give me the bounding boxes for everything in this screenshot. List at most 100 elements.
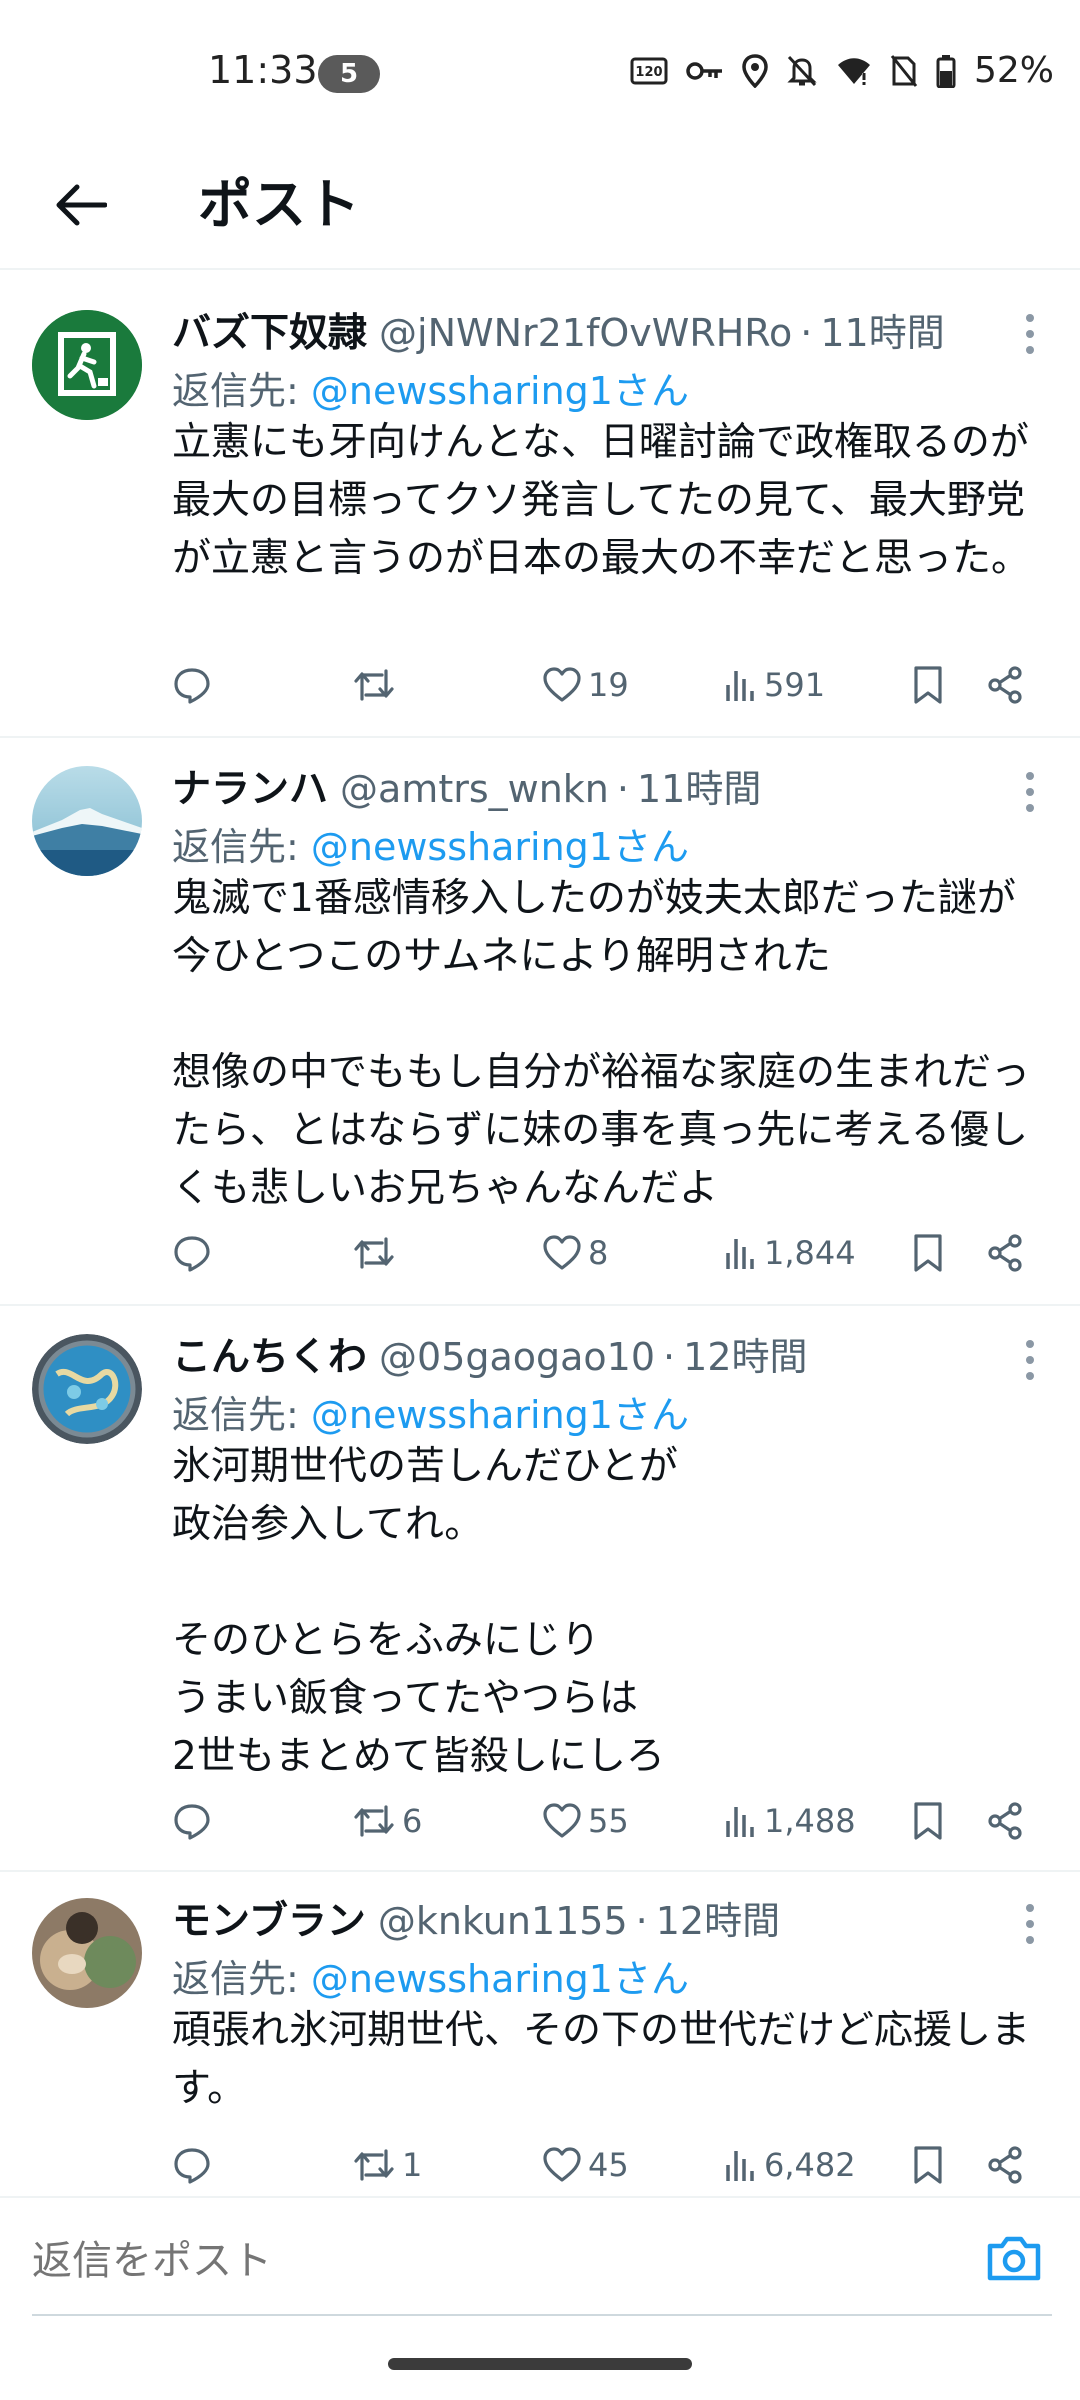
view-count: 591 bbox=[764, 666, 826, 704]
heart-icon bbox=[543, 2147, 581, 2182]
more-options-button[interactable] bbox=[1020, 1902, 1040, 1946]
like-button[interactable]: 55 bbox=[542, 1796, 629, 1846]
avatar[interactable] bbox=[32, 1334, 142, 1444]
svg-text:120: 120 bbox=[635, 65, 662, 80]
tweet-header: バズ下奴隷 @jNWNr21fOvWRHRo · 11時間 bbox=[172, 302, 945, 356]
bar-chart-icon bbox=[726, 1807, 754, 1837]
bar-chart-icon bbox=[726, 1239, 754, 1269]
reply-mention-link[interactable]: @newssharing1さん bbox=[311, 1393, 689, 1437]
avatar[interactable] bbox=[32, 310, 142, 420]
reply-context: 返信先: @newssharing1さん bbox=[172, 816, 689, 871]
reply-button[interactable] bbox=[172, 1228, 218, 1278]
repost-button[interactable]: 1 bbox=[352, 2140, 422, 2190]
more-vertical-icon bbox=[1026, 314, 1034, 354]
reply-button[interactable] bbox=[172, 660, 218, 710]
like-button[interactable]: 19 bbox=[542, 660, 629, 710]
repost-button[interactable] bbox=[352, 660, 402, 710]
mountain-avatar-icon bbox=[32, 766, 142, 876]
repost-count: 1 bbox=[402, 2146, 423, 2184]
more-options-button[interactable] bbox=[1020, 1338, 1040, 1382]
bar-chart-icon bbox=[726, 2151, 754, 2181]
bookmark-button[interactable] bbox=[912, 660, 944, 710]
user-handle[interactable]: @knkun1155 bbox=[378, 1899, 628, 1943]
like-button[interactable]: 45 bbox=[542, 2140, 629, 2190]
tweet-header: ナランハ @amtrs_wnkn · 11時間 bbox=[172, 758, 761, 812]
share-button[interactable] bbox=[986, 2140, 1024, 2190]
views-button[interactable]: 6,482 bbox=[724, 2140, 856, 2190]
tweet-actions: 1 45 6,482 bbox=[172, 2140, 1032, 2190]
bookmark-icon bbox=[914, 1234, 942, 1272]
user-handle[interactable]: @amtrs_wnkn bbox=[340, 767, 609, 811]
notifications-off-icon bbox=[786, 54, 818, 88]
like-button[interactable]: 8 bbox=[542, 1228, 608, 1278]
reply-input[interactable] bbox=[32, 2218, 962, 2304]
timestamp[interactable]: 12時間 bbox=[683, 1326, 807, 1381]
refresh-rate-icon: 120 bbox=[630, 56, 668, 86]
tweet-header: こんちくわ @05gaogao10 · 12時間 bbox=[172, 1326, 808, 1380]
timestamp[interactable]: 11時間 bbox=[637, 758, 761, 813]
share-button[interactable] bbox=[986, 1796, 1024, 1846]
back-button[interactable] bbox=[46, 170, 116, 240]
camera-button[interactable] bbox=[984, 2228, 1044, 2288]
more-options-button[interactable] bbox=[1020, 312, 1040, 356]
heart-icon bbox=[543, 667, 581, 702]
display-name[interactable]: モンブラン bbox=[172, 1890, 366, 1946]
wifi-icon bbox=[836, 56, 872, 86]
food-photo-avatar-icon bbox=[32, 1898, 142, 2008]
repost-icon bbox=[354, 1237, 394, 1269]
repost-button[interactable] bbox=[352, 1228, 402, 1278]
like-count: 45 bbox=[588, 2146, 629, 2184]
more-options-button[interactable] bbox=[1020, 770, 1040, 814]
bar-chart-icon bbox=[726, 671, 754, 701]
views-button[interactable]: 1,844 bbox=[724, 1228, 856, 1278]
reply-prefix: 返信先: bbox=[172, 369, 311, 413]
heart-icon bbox=[543, 1235, 581, 1270]
display-name[interactable]: こんちくわ bbox=[172, 1326, 367, 1382]
tweet[interactable]: こんちくわ @05gaogao10 · 12時間 返信先: @newsshari… bbox=[0, 1304, 1080, 1872]
bookmark-button[interactable] bbox=[912, 1228, 944, 1278]
display-name[interactable]: ナランハ bbox=[172, 758, 328, 814]
reply-button[interactable] bbox=[172, 1796, 218, 1846]
share-icon bbox=[988, 1802, 1022, 1840]
user-handle[interactable]: @jNWNr21fOvWRHRo bbox=[379, 311, 792, 355]
share-icon bbox=[988, 666, 1022, 704]
more-vertical-icon bbox=[1026, 772, 1034, 812]
reply-icon bbox=[174, 2148, 210, 2184]
views-button[interactable]: 591 bbox=[724, 660, 825, 710]
reply-context: 返信先: @newssharing1さん bbox=[172, 360, 689, 415]
tweet[interactable]: バズ下奴隷 @jNWNr21fOvWRHRo · 11時間 返信先: @news… bbox=[0, 268, 1080, 738]
reply-prefix: 返信先: bbox=[172, 1957, 311, 2001]
reply-button[interactable] bbox=[172, 2140, 218, 2190]
more-vertical-icon bbox=[1026, 1904, 1034, 1944]
timestamp[interactable]: 11時間 bbox=[820, 302, 944, 357]
bookmark-button[interactable] bbox=[912, 1796, 944, 1846]
reply-input-underline bbox=[32, 2314, 1052, 2316]
display-name[interactable]: バズ下奴隷 bbox=[172, 302, 367, 358]
reply-context: 返信先: @newssharing1さん bbox=[172, 1384, 689, 1439]
avatar[interactable] bbox=[32, 1898, 142, 2008]
user-handle[interactable]: @05gaogao10 bbox=[379, 1335, 655, 1379]
share-icon bbox=[988, 1234, 1022, 1272]
tweet[interactable]: ナランハ @amtrs_wnkn · 11時間 返信先: @newssharin… bbox=[0, 736, 1080, 1306]
repost-icon bbox=[354, 2149, 394, 2181]
bookmark-button[interactable] bbox=[912, 2140, 944, 2190]
timestamp[interactable]: 12時間 bbox=[656, 1890, 780, 1945]
reply-mention-link[interactable]: @newssharing1さん bbox=[311, 369, 689, 413]
share-button[interactable] bbox=[986, 1228, 1024, 1278]
views-button[interactable]: 1,488 bbox=[724, 1796, 856, 1846]
reply-mention-link[interactable]: @newssharing1さん bbox=[311, 825, 689, 869]
separator-dot: · bbox=[663, 1335, 676, 1379]
avatar[interactable] bbox=[32, 766, 142, 876]
tweet[interactable]: モンブラン @knkun1155 · 12時間 返信先: @newssharin… bbox=[0, 1870, 1080, 2196]
share-button[interactable] bbox=[986, 660, 1024, 710]
status-icons: 120 52% bbox=[630, 50, 1054, 91]
camera-icon bbox=[987, 2236, 1041, 2281]
key-icon bbox=[686, 59, 724, 83]
reply-prefix: 返信先: bbox=[172, 825, 311, 869]
reply-mention-link[interactable]: @newssharing1さん bbox=[311, 1957, 689, 2001]
manhole-cover-avatar-icon bbox=[32, 1334, 142, 1444]
no-sim-icon bbox=[890, 54, 918, 88]
repost-icon bbox=[354, 1805, 394, 1837]
home-indicator[interactable] bbox=[388, 2358, 692, 2370]
repost-button[interactable]: 6 bbox=[352, 1796, 422, 1846]
